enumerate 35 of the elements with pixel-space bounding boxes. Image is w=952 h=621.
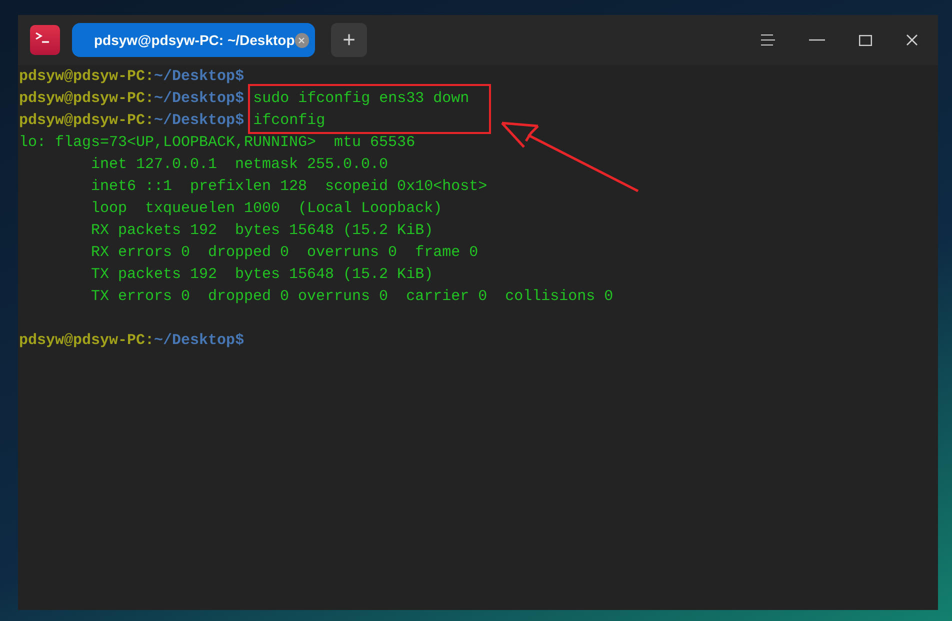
prompt-path: ~/Desktop xyxy=(154,330,236,351)
prompt-symbol: $ xyxy=(235,330,244,351)
terminal-tab[interactable]: pdsyw@pdsyw-PC: ~/Desktop xyxy=(72,23,315,57)
prompt-path: ~/Desktop xyxy=(154,66,236,87)
close-icon[interactable] xyxy=(906,34,918,46)
command-text: ifconfig xyxy=(253,110,326,131)
output-text: loop txqueuelen 1000 (Local Loopback) xyxy=(90,198,442,219)
prompt-user: pdsyw@pdsyw-PC xyxy=(19,66,146,87)
prompt-user: pdsyw@pdsyw-PC xyxy=(19,110,146,131)
minimize-icon[interactable] xyxy=(809,39,825,41)
output-text: TX packets 192 bytes 15648 (15.2 KiB) xyxy=(90,264,434,285)
prompt-user: pdsyw@pdsyw-PC xyxy=(19,330,146,351)
command-text: sudo ifconfig ens33 down xyxy=(253,88,470,109)
output-text: inet 127.0.0.1 netmask 255.0.0.0 xyxy=(90,154,388,175)
prompt-separator: : xyxy=(145,330,154,351)
menu-icon[interactable] xyxy=(761,34,775,46)
prompt-path: ~/Desktop xyxy=(154,88,236,109)
prompt-symbol: $ xyxy=(235,88,244,109)
tab-close-icon[interactable] xyxy=(294,32,309,48)
terminal-icon xyxy=(30,25,60,55)
prompt-symbol: $ xyxy=(235,110,244,131)
output-text: RX packets 192 bytes 15648 (15.2 KiB) xyxy=(90,220,434,241)
prompt-user: pdsyw@pdsyw-PC xyxy=(19,88,146,109)
prompt-separator: : xyxy=(145,66,154,87)
output-text: lo: flags=73<UP,LOOPBACK,RUNNING> mtu 65536 xyxy=(19,132,416,153)
output-text: RX errors 0 dropped 0 overruns 0 frame 0 xyxy=(90,242,478,263)
output-text: TX errors 0 dropped 0 overruns 0 carrier 0 collisions 0 xyxy=(90,286,614,307)
tab-title: pdsyw@pdsyw-PC: ~/Desktop xyxy=(94,30,295,50)
new-tab-button[interactable]: + xyxy=(331,23,367,57)
prompt-separator: : xyxy=(145,110,154,131)
output-text: inet6 ::1 prefixlen 128 scopeid 0x10<host> xyxy=(90,176,488,197)
maximize-icon[interactable] xyxy=(859,34,872,46)
prompt-path: ~/Desktop xyxy=(154,110,236,131)
prompt-separator: : xyxy=(145,88,154,109)
prompt-symbol: $ xyxy=(235,66,244,87)
